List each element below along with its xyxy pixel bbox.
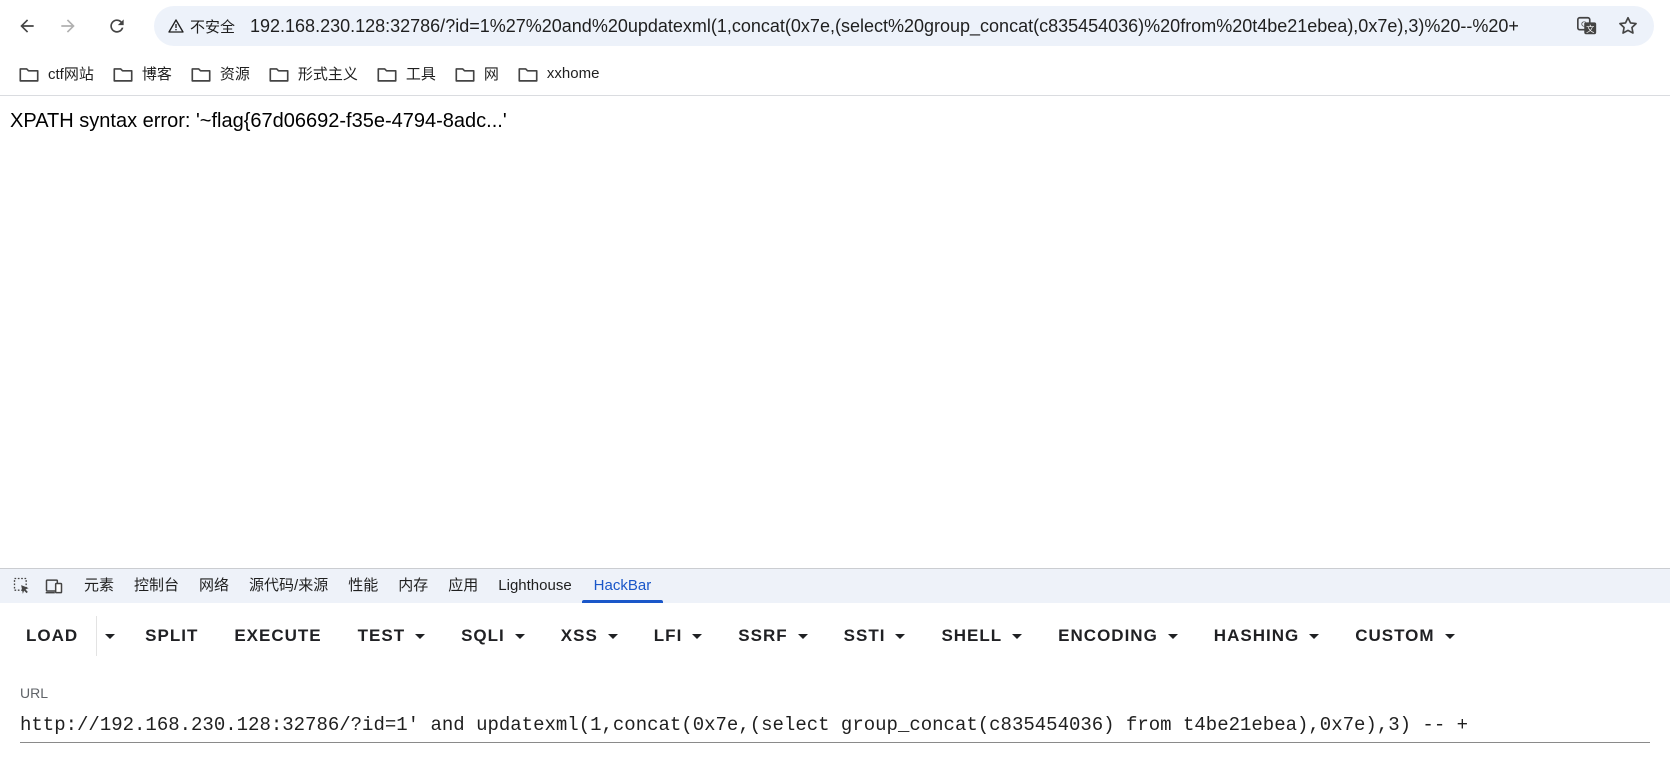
- tab-hackbar[interactable]: HackBar: [581, 569, 664, 603]
- reload-icon: [110, 19, 124, 33]
- hackbar-url-input[interactable]: [20, 708, 1650, 743]
- caret-down-icon: [105, 633, 116, 639]
- bookmark-label: 网: [483, 66, 499, 83]
- address-bar[interactable]: 不安全 192.168.230.128:32786/?id=1%27%20and…: [154, 6, 1654, 46]
- caret-down-icon: [514, 633, 525, 639]
- device-icon: [45, 579, 63, 594]
- caret-down-icon: [607, 633, 618, 639]
- load-options-button[interactable]: [97, 616, 127, 656]
- tab-elements[interactable]: 元素: [74, 569, 124, 603]
- folder-icon: [19, 67, 39, 82]
- bookmark-label: 形式主义: [297, 66, 358, 83]
- ssrf-label: SSRF: [738, 626, 788, 645]
- bookmark-star-button[interactable]: [1615, 13, 1641, 39]
- tab-application[interactable]: 应用: [438, 569, 488, 603]
- bookmarks-bar: ctf网站 博客 资源 形式主义 工具 网 xxhome: [0, 52, 1670, 96]
- caret-down-icon: [895, 633, 906, 639]
- arrow-right-icon: [61, 19, 75, 33]
- inspect-element-button[interactable]: [10, 574, 34, 598]
- bookmark-folder[interactable]: 形式主义: [264, 59, 368, 89]
- test-menu[interactable]: TEST: [340, 616, 443, 656]
- hashing-label: HASHING: [1213, 626, 1300, 645]
- tab-console[interactable]: 控制台: [124, 569, 189, 603]
- bookmark-folder[interactable]: 网: [450, 59, 509, 89]
- ssrf-menu[interactable]: SSRF: [720, 616, 825, 656]
- tab-performance[interactable]: 性能: [338, 569, 388, 603]
- folder-icon: [191, 67, 211, 82]
- devtools-tab-bar: 元素 控制台 网络 源代码/来源 性能 内存 应用 Lighthouse Hac…: [0, 569, 1670, 603]
- xss-menu[interactable]: XSS: [543, 616, 636, 656]
- forward-button[interactable]: [50, 8, 86, 44]
- folder-icon: [269, 67, 289, 82]
- star-icon: [1619, 16, 1637, 34]
- tab-network[interactable]: 网络: [189, 569, 239, 603]
- bookmark-label: ctf网站: [48, 66, 94, 83]
- bookmark-folder[interactable]: ctf网站: [14, 59, 104, 89]
- bookmark-folder[interactable]: 博客: [108, 59, 182, 89]
- caret-down-icon: [1444, 633, 1455, 639]
- sqli-menu[interactable]: SQLI: [443, 616, 543, 656]
- bookmark-label: 博客: [141, 66, 172, 83]
- bookmark-label: 资源: [219, 66, 250, 83]
- security-indicator[interactable]: 不安全: [160, 11, 243, 41]
- execute-label: EXECUTE: [234, 626, 322, 645]
- custom-menu[interactable]: CUSTOM: [1337, 616, 1472, 656]
- lfi-label: LFI: [653, 626, 683, 645]
- shell-menu[interactable]: SHELL: [923, 616, 1040, 656]
- bookmark-label: xxhome: [546, 65, 600, 82]
- caret-down-icon: [1012, 633, 1023, 639]
- ssti-menu[interactable]: SSTI: [826, 616, 924, 656]
- ssti-label: SSTI: [843, 626, 886, 645]
- address-url[interactable]: 192.168.230.128:32786/?id=1%27%20and%20u…: [250, 6, 1540, 46]
- hackbar-menu: LOAD SPLIT EXECUTE TEST SQLI XSS LFI SSR…: [0, 603, 1670, 669]
- caret-down-icon: [415, 633, 426, 639]
- folder-icon: [113, 67, 133, 82]
- test-label: TEST: [357, 626, 406, 645]
- device-toolbar-button[interactable]: [42, 574, 66, 598]
- caret-down-icon: [1309, 633, 1320, 639]
- execute-button[interactable]: EXECUTE: [216, 616, 339, 656]
- page-error-message: XPATH syntax error: '~flag{67d06692-f35e…: [10, 110, 507, 132]
- reload-button[interactable]: [99, 8, 135, 44]
- caret-down-icon: [797, 633, 808, 639]
- bookmark-label: 工具: [405, 66, 436, 83]
- svg-text:G: G: [1581, 19, 1587, 28]
- caret-down-icon: [692, 633, 703, 639]
- split-label: SPLIT: [145, 626, 199, 645]
- inspect-cursor-icon: [13, 577, 29, 594]
- tab-lighthouse[interactable]: Lighthouse: [488, 569, 581, 603]
- folder-icon: [377, 67, 397, 82]
- split-button[interactable]: SPLIT: [127, 616, 216, 656]
- bookmark-folder[interactable]: xxhome: [513, 59, 610, 89]
- encoding-label: ENCODING: [1058, 626, 1158, 645]
- custom-label: CUSTOM: [1355, 626, 1435, 645]
- xss-label: XSS: [560, 626, 598, 645]
- hashing-menu[interactable]: HASHING: [1196, 616, 1337, 656]
- tab-memory[interactable]: 内存: [388, 569, 438, 603]
- caret-down-icon: [1167, 633, 1178, 639]
- bookmark-folder[interactable]: 资源: [186, 59, 260, 89]
- load-button[interactable]: LOAD: [0, 616, 96, 656]
- shell-label: SHELL: [941, 626, 1003, 645]
- sqli-label: SQLI: [461, 626, 505, 645]
- back-button[interactable]: [9, 8, 45, 44]
- folder-icon: [455, 67, 475, 82]
- browser-toolbar: 不安全 192.168.230.128:32786/?id=1%27%20and…: [0, 0, 1670, 52]
- bookmark-folder[interactable]: 工具: [372, 59, 446, 89]
- warning-triangle-icon: [168, 19, 184, 33]
- svg-text:文: 文: [1586, 24, 1594, 34]
- arrow-left-icon: [20, 19, 34, 33]
- hackbar-url-label: URL: [20, 685, 49, 701]
- encoding-menu[interactable]: ENCODING: [1040, 616, 1196, 656]
- lfi-menu[interactable]: LFI: [636, 616, 721, 656]
- folder-icon: [518, 67, 538, 82]
- translate-icon: 文G: [1577, 16, 1597, 35]
- translate-button[interactable]: 文G: [1574, 13, 1600, 39]
- security-label: 不安全: [190, 18, 236, 36]
- tab-sources[interactable]: 源代码/来源: [239, 569, 338, 603]
